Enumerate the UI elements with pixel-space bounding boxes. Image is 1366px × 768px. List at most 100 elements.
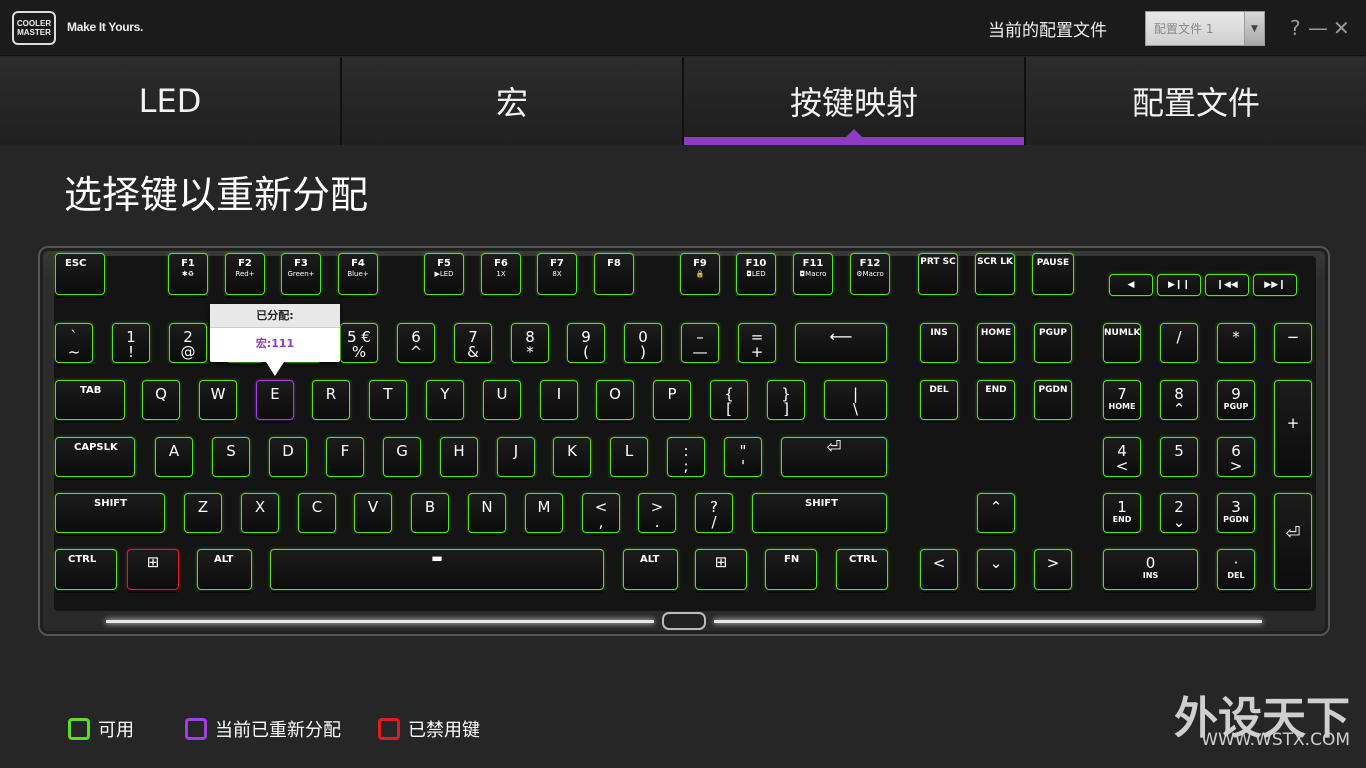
key-x[interactable]: X [241, 493, 279, 533]
key-comma[interactable]: <, [582, 493, 620, 533]
chevron-down-icon[interactable]: ▼ [1244, 12, 1264, 45]
key-left-alt[interactable]: ALT [197, 549, 252, 590]
tab-key-mapping[interactable]: 按键映射 [684, 57, 1026, 145]
key-n[interactable]: N [468, 493, 506, 533]
key-u[interactable]: U [483, 380, 521, 420]
key-space[interactable]: ▬ [270, 549, 604, 590]
key-8[interactable]: 8 * [511, 323, 549, 363]
key-right-bracket[interactable]: }] [767, 380, 805, 420]
key-9[interactable]: 9( [567, 323, 605, 363]
key-z[interactable]: Z [184, 493, 222, 533]
key-enter[interactable]: ⏎ [781, 437, 887, 477]
media-mute-button[interactable]: ◀ [1109, 274, 1153, 296]
key-l[interactable]: L [610, 437, 648, 477]
key-num-6[interactable]: 6 > [1217, 437, 1255, 477]
key-num-1[interactable]: 1 END [1103, 493, 1141, 533]
key-b[interactable]: B [411, 493, 449, 533]
media-next-button[interactable]: ▶▶❙ [1253, 274, 1297, 296]
key-pagedown[interactable]: PGDN [1034, 380, 1072, 420]
key-f8[interactable]: F8 [594, 253, 634, 295]
key-num-slash[interactable]: / [1160, 323, 1198, 363]
key-i[interactable]: I [540, 380, 578, 420]
key-f[interactable]: F [326, 437, 364, 477]
key-period[interactable]: >. [638, 493, 676, 533]
key-f5[interactable]: F5 ▶LED [424, 253, 464, 295]
key-right-shift[interactable]: SHIFT [752, 493, 887, 533]
key-num-3[interactable]: 3 PGDN [1217, 493, 1255, 533]
key-down[interactable]: ⌄ [977, 549, 1015, 590]
key-k[interactable]: K [553, 437, 591, 477]
key-num-8[interactable]: 8 ⌃ [1160, 380, 1198, 420]
key-right-ctrl[interactable]: CTRL [836, 549, 888, 590]
key-num-7[interactable]: 7 HOME [1103, 380, 1141, 420]
minimize-icon[interactable]: — [1308, 16, 1328, 40]
tab-led[interactable]: LED [0, 57, 342, 145]
media-play-pause-button[interactable]: ▶❙❙ [1157, 274, 1201, 296]
key-m[interactable]: M [525, 493, 563, 533]
key-backtick[interactable]: ` ~ [55, 323, 93, 363]
key-s[interactable]: S [212, 437, 250, 477]
key-num-plus[interactable]: + [1274, 380, 1312, 477]
key-backspace[interactable]: ⟵ [795, 323, 887, 363]
key-a[interactable]: A [155, 437, 193, 477]
key-num-2[interactable]: 2 ⌄ [1160, 493, 1198, 533]
key-5[interactable]: 5 €% [340, 323, 378, 363]
key-f10[interactable]: F10 ◘LED [736, 253, 776, 295]
key-c[interactable]: C [298, 493, 336, 533]
key-f11[interactable]: F11 ◘Macro [793, 253, 833, 295]
key-1[interactable]: 1! [112, 323, 150, 363]
key-7[interactable]: 7 & [454, 323, 492, 363]
key-num-9[interactable]: 9 PGUP [1217, 380, 1255, 420]
key-w[interactable]: W [199, 380, 237, 420]
key-g[interactable]: G [383, 437, 421, 477]
key-left[interactable]: < [920, 549, 958, 590]
key-end[interactable]: END [977, 380, 1015, 420]
key-capslock[interactable]: CAPSLK [55, 437, 135, 477]
key-up[interactable]: ⌃ [977, 493, 1015, 533]
key-num-4[interactable]: 4 < [1103, 437, 1141, 477]
key-pageup[interactable]: PGUP [1034, 323, 1072, 363]
key-num-enter[interactable]: ⏎ [1274, 493, 1312, 590]
key-e[interactable]: E [256, 380, 294, 420]
key-minus[interactable]: – — [681, 323, 719, 363]
key-scrlk[interactable]: SCR LK [975, 253, 1015, 295]
key-tab[interactable]: TAB [55, 380, 125, 420]
key-backslash[interactable]: | \ [824, 380, 887, 420]
key-fn[interactable]: FN [765, 549, 817, 590]
key-h[interactable]: H [440, 437, 478, 477]
key-equals[interactable]: = + [738, 323, 776, 363]
key-slash[interactable]: ? / [695, 493, 733, 533]
key-o[interactable]: O [596, 380, 634, 420]
key-right-alt[interactable]: ALT [623, 549, 678, 590]
key-f12[interactable]: F12 ⚙Macro [850, 253, 890, 295]
key-f1[interactable]: F1 ✱♻ [168, 253, 208, 295]
key-num-0[interactable]: 0 INS [1103, 549, 1198, 590]
key-right[interactable]: > [1034, 549, 1072, 590]
key-num-5[interactable]: 5 [1160, 437, 1198, 477]
key-j[interactable]: J [497, 437, 535, 477]
key-left-bracket[interactable]: {[ [710, 380, 748, 420]
key-q[interactable]: Q [142, 380, 180, 420]
key-quote[interactable]: " ' [724, 437, 762, 477]
key-6[interactable]: 6 ^ [397, 323, 435, 363]
key-numlock[interactable]: NUMLK [1103, 323, 1141, 363]
help-icon[interactable]: ? [1290, 16, 1301, 40]
key-insert[interactable]: INS [920, 323, 958, 363]
key-prtsc[interactable]: PRT SC [918, 253, 958, 295]
key-delete[interactable]: DEL [920, 380, 958, 420]
key-f4[interactable]: F4 Blue+ [338, 253, 378, 295]
key-p[interactable]: P [653, 380, 691, 420]
key-left-ctrl[interactable]: CTRL [55, 549, 117, 590]
key-d[interactable]: D [269, 437, 307, 477]
key-f3[interactable]: F3 Green+ [281, 253, 321, 295]
media-prev-button[interactable]: ❙◀◀ [1205, 274, 1249, 296]
key-0[interactable]: 0) [624, 323, 662, 363]
tab-profiles[interactable]: 配置文件 [1026, 57, 1366, 145]
key-esc[interactable]: ESC [55, 253, 105, 295]
key-f6[interactable]: F6 1X [481, 253, 521, 295]
key-f2[interactable]: F2 Red+ [225, 253, 265, 295]
key-num-dot[interactable]: · DEL [1217, 549, 1255, 590]
key-2[interactable]: 2 @ [169, 323, 207, 363]
key-home[interactable]: HOME [977, 323, 1015, 363]
key-num-multiply[interactable]: * [1217, 323, 1255, 363]
